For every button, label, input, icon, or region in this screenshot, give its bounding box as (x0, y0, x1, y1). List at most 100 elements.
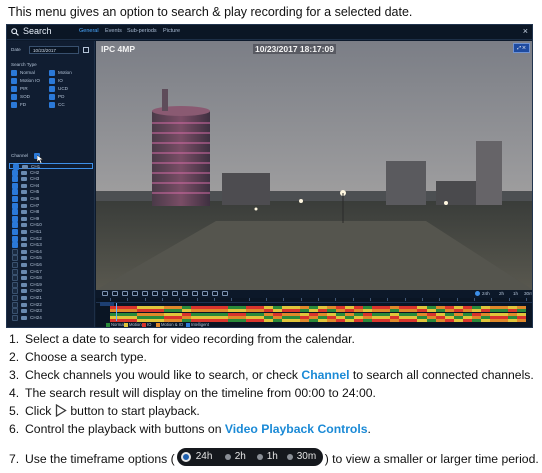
channel-row[interactable]: CH23 (9, 308, 93, 315)
search-type-checkbox[interactable] (11, 102, 17, 108)
recording-segment (354, 319, 364, 323)
channel-row[interactable]: CH2 (9, 169, 93, 176)
channel-checkbox[interactable] (12, 268, 18, 275)
channel-row[interactable]: CH21 (9, 295, 93, 301)
channel-checkbox[interactable] (12, 196, 18, 202)
stop-icon[interactable] (112, 291, 118, 296)
channel-link[interactable]: Channel (301, 368, 349, 382)
zoom-icon[interactable] (182, 291, 188, 296)
fullscreen-button[interactable]: ⤢ ✕ (513, 43, 530, 53)
channel-row[interactable]: CH9 (9, 215, 93, 222)
timeframe-2h[interactable]: 2h (499, 291, 504, 296)
channel-row[interactable]: CH18 (9, 275, 93, 282)
calendar-icon[interactable] (83, 47, 89, 53)
channel-checkbox[interactable] (12, 189, 18, 196)
channel-checkbox[interactable] (12, 242, 18, 249)
video-preview[interactable]: IPC 4MP 10/23/2017 18:17:09 ⤢ ✕ (96, 41, 532, 290)
close-icon[interactable]: × (523, 26, 528, 36)
channel-checkbox[interactable] (12, 209, 18, 216)
channel-name: CH14 (30, 248, 42, 254)
channel-row[interactable]: CH8 (9, 209, 93, 216)
channel-checkbox[interactable] (12, 215, 18, 222)
channel-checkbox[interactable] (12, 314, 18, 321)
video-playback-controls-link[interactable]: Video Playback Controls (225, 422, 368, 436)
tab-general[interactable]: General (79, 28, 99, 34)
channel-row[interactable]: CH24 (9, 314, 93, 321)
channel-row[interactable]: CH1 (9, 163, 93, 170)
channel-row[interactable]: CH4 (9, 182, 93, 189)
channel-checkbox[interactable] (12, 281, 18, 288)
search-type-label: Motion IO (20, 78, 40, 83)
search-type-checkbox[interactable] (49, 86, 55, 92)
channel-row[interactable]: CH14 (9, 248, 93, 255)
channel-checkbox[interactable] (12, 295, 18, 301)
channel-checkbox[interactable] (12, 229, 18, 235)
channel-row[interactable]: CH13 (9, 242, 93, 249)
tab-sub-periods[interactable]: Sub-periods (127, 28, 157, 34)
channel-checkbox[interactable] (12, 176, 18, 183)
search-type-checkbox[interactable] (11, 86, 17, 92)
channel-row[interactable]: CH5 (9, 189, 93, 196)
tab-picture[interactable]: Picture (163, 28, 180, 34)
channel-checkbox[interactable] (12, 222, 18, 229)
split-icon[interactable] (202, 291, 208, 296)
channel-checkbox[interactable] (12, 308, 18, 315)
channel-row[interactable]: CH19 (9, 281, 93, 288)
rewind-icon[interactable] (142, 291, 148, 296)
channel-checkbox[interactable] (12, 255, 18, 262)
search-type-checkbox[interactable] (49, 78, 55, 84)
channel-checkbox[interactable] (12, 248, 18, 255)
date-field[interactable]: 10/23/2017 (29, 46, 79, 54)
audio-icon[interactable] (212, 291, 218, 296)
camera-icon (21, 210, 27, 215)
channel-row[interactable]: CH11 (9, 229, 93, 235)
camera-icon (21, 256, 27, 261)
channel-checkbox[interactable] (12, 275, 18, 282)
refresh-icon[interactable] (222, 291, 228, 296)
search-type-checkbox[interactable] (11, 78, 17, 84)
channel-checkbox[interactable] (12, 288, 18, 295)
channel-row[interactable]: CH12 (9, 235, 93, 242)
channel-name: CH16 (30, 262, 42, 267)
timeframe-30m[interactable]: 30m (524, 291, 532, 296)
channel-name: CH2 (30, 169, 40, 175)
timeframe-1h[interactable]: 1h (513, 291, 518, 296)
channel-row[interactable]: CH3 (9, 176, 93, 183)
channel-row[interactable]: CH16 (9, 262, 93, 268)
channel-row[interactable]: CH7 (9, 202, 93, 209)
close-all-icon[interactable] (102, 291, 108, 296)
channel-checkbox[interactable] (12, 202, 18, 209)
timeframe-24h[interactable]: 24h (482, 291, 490, 296)
channel-checkbox[interactable] (12, 301, 18, 308)
search-type-checkbox[interactable] (49, 70, 55, 76)
channel-checkbox[interactable] (12, 182, 18, 189)
step-7: 7. Use the timeframe options ( 24h 2h 1h … (9, 448, 539, 466)
timeline-tick (370, 298, 371, 301)
play-icon[interactable] (122, 291, 128, 296)
channel-checkbox[interactable] (12, 169, 18, 176)
channel-row[interactable]: CH17 (9, 268, 93, 275)
channel-row[interactable]: CH15 (9, 255, 93, 262)
recording-segment (381, 319, 391, 323)
search-type-checkbox[interactable] (11, 94, 17, 100)
timeframe-radio-selected-icon[interactable] (475, 291, 480, 296)
cut-icon[interactable] (162, 291, 168, 296)
pill-option-30m: 30m (296, 451, 317, 462)
tab-events[interactable]: Events (105, 28, 122, 34)
timeline-tick (456, 298, 458, 301)
snapshot-icon[interactable] (192, 291, 198, 296)
search-type-checkbox[interactable] (49, 94, 55, 100)
channel-row[interactable]: CH20 (9, 288, 93, 295)
timeline-cursor[interactable] (116, 303, 117, 321)
search-type-checkbox[interactable] (49, 102, 55, 108)
channel-checkbox[interactable] (12, 262, 18, 268)
save-icon[interactable] (172, 291, 178, 296)
search-type-checkbox[interactable] (11, 70, 17, 76)
pause-icon[interactable] (132, 291, 138, 296)
channel-row[interactable]: CH10 (9, 222, 93, 229)
channel-row[interactable]: CH6 (9, 196, 93, 202)
step-icon[interactable] (152, 291, 158, 296)
channel-row[interactable]: CH22 (9, 301, 93, 308)
channel-checkbox[interactable] (12, 235, 18, 242)
recording-timeline[interactable]: Normal Motion IO Motion & IO Intelligent (96, 298, 532, 327)
